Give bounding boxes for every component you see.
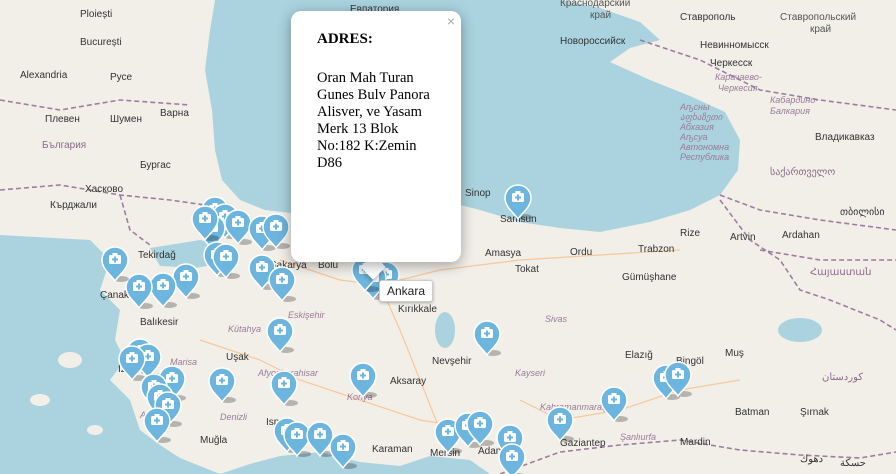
svg-text:Denizli: Denizli (220, 412, 248, 422)
svg-text:Mardin: Mardin (680, 437, 711, 448)
svg-text:Şırnak: Şırnak (800, 407, 830, 418)
svg-text:Artvin: Artvin (730, 232, 756, 243)
svg-text:Şanlıurfa: Şanlıurfa (620, 432, 656, 442)
svg-text:Краснодарский: Краснодарский (560, 0, 630, 9)
svg-text:Черкесск: Черкесск (710, 58, 753, 69)
salt-lake (435, 312, 455, 348)
svg-text:Черкесия: Черкесия (718, 83, 758, 93)
svg-text:حسكة: حسكة (840, 458, 866, 469)
svg-text:Варна: Варна (160, 108, 189, 119)
svg-text:Новороссийск: Новороссийск (560, 36, 626, 47)
svg-text:Плевен: Плевен (45, 114, 80, 125)
svg-text:Kayseri: Kayseri (515, 368, 546, 378)
svg-text:Balıkesir: Balıkesir (140, 317, 179, 328)
svg-text:Балкария: Балкария (770, 106, 810, 116)
svg-text:Кърджали: Кърджали (50, 200, 97, 211)
svg-text:Ploiești: Ploiești (80, 9, 112, 20)
svg-text:Karaman: Karaman (372, 444, 413, 455)
ankara-tooltip: Ankara (379, 280, 434, 302)
svg-text:Владикавказ: Владикавказ (815, 132, 875, 143)
svg-text:Kırıkkale: Kırıkkale (398, 304, 437, 315)
lake-van (778, 318, 822, 342)
svg-text:Шумен: Шумен (110, 114, 142, 125)
close-icon[interactable]: × (447, 13, 455, 29)
svg-text:Kahramanmaraş: Kahramanmaraş (540, 402, 607, 412)
svg-text:Uşak: Uşak (226, 352, 250, 363)
svg-text:Nevşehir: Nevşehir (432, 356, 472, 367)
svg-text:край: край (590, 10, 611, 21)
svg-text:Alexandria: Alexandria (20, 70, 68, 81)
svg-text:Аҧсны: Аҧсны (679, 102, 710, 112)
svg-text:Ставрополь: Ставрополь (680, 12, 736, 23)
svg-text:Gümüşhane: Gümüşhane (622, 272, 677, 283)
svg-text:Tekirdağ: Tekirdağ (138, 250, 176, 261)
svg-text:България: България (42, 140, 86, 151)
svg-text:Невинномысск: Невинномысск (700, 40, 769, 51)
svg-text:Eskişehir: Eskişehir (288, 310, 326, 320)
svg-text:Aksaray: Aksaray (390, 376, 426, 387)
svg-text:Amasya: Amasya (485, 248, 522, 259)
svg-text:Аҧсуа: Аҧсуа (679, 132, 707, 142)
svg-text:Sivas: Sivas (545, 314, 568, 324)
svg-text:Бургас: Бургас (140, 160, 171, 171)
svg-text:Batman: Batman (735, 407, 769, 418)
svg-text:Muş: Muş (725, 348, 744, 359)
svg-text:თბილისი: თბილისი (840, 206, 885, 218)
info-popup: × ADRES: Oran Mah Turan Gunes Bulv Panor… (291, 11, 461, 262)
popup-heading: ADRES: (317, 31, 373, 47)
svg-text:Հայաստան: Հայաստան (810, 267, 872, 278)
svg-text:Tokat: Tokat (515, 264, 539, 275)
svg-text:کوردستان: کوردستان (822, 372, 863, 383)
svg-text:București: București (80, 37, 122, 48)
svg-text:Республика: Республика (680, 152, 729, 162)
svg-text:Sinop: Sinop (465, 188, 491, 199)
island (58, 352, 82, 368)
svg-text:Ordu: Ordu (570, 247, 592, 258)
svg-text:Trabzon: Trabzon (638, 244, 674, 255)
svg-text:Кабардино-: Кабардино- (770, 95, 818, 105)
svg-text:دهوك: دهوك (800, 454, 823, 465)
svg-text:Карачаево-: Карачаево- (715, 72, 762, 82)
svg-text:Rize: Rize (680, 228, 700, 239)
island (30, 394, 50, 406)
svg-text:Ставропольский: Ставропольский (780, 12, 856, 23)
svg-text:Elazığ: Elazığ (625, 350, 653, 361)
svg-text:საქართველო: საქართველო (770, 166, 835, 178)
svg-text:Ardahan: Ardahan (782, 230, 820, 241)
island (87, 425, 103, 435)
popup-address: Oran Mah Turan Gunes Bulv Panora Alisver… (317, 70, 430, 171)
svg-text:край: край (810, 24, 831, 35)
svg-text:Хасково: Хасково (85, 184, 123, 195)
svg-text:Русе: Русе (110, 72, 133, 83)
svg-text:Автономна: Автономна (679, 142, 729, 152)
svg-text:Muğla: Muğla (200, 435, 228, 446)
svg-text:Абхазия: Абхазия (679, 122, 714, 132)
svg-text:Kütahya: Kütahya (228, 324, 261, 334)
